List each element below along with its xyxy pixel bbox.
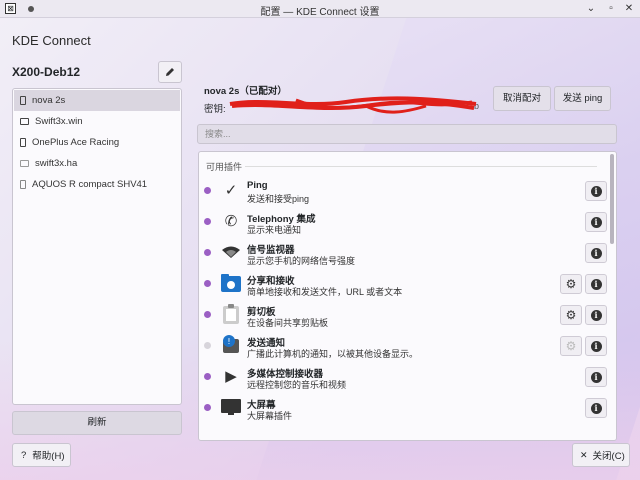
phone-icon [20,138,26,147]
plugin-desc: 在设备间共享剪贴板 [247,318,329,328]
info-button[interactable]: i [585,398,607,418]
gear-icon: ⚙ [565,277,577,291]
plugin-row-send-notifications: ! 发送通知 广播此计算机的通知，以被其他设备显示。 ⚙ i [199,331,609,362]
close-button[interactable]: ✕ 关闭(C) [572,443,630,467]
device-item[interactable]: OnePlus Ace Racing [14,132,180,153]
scrollbar[interactable] [610,154,614,244]
info-icon: i [590,185,602,197]
info-icon: i [590,216,602,228]
refresh-button[interactable]: 刷新 [12,411,182,435]
device-item[interactable]: AQUOS R compact SHV41 [14,174,180,195]
key-label: 密钥: [204,104,226,115]
plugin-row-ping: ✓ Ping 发送和接受ping i [199,176,609,207]
info-button[interactable]: i [585,305,607,325]
info-button[interactable]: i [585,367,607,387]
phone-icon [20,180,26,189]
plugin-search-input[interactable]: 搜索... [197,124,617,144]
plugin-checkbox[interactable] [204,280,211,287]
plugin-desc: 远程控制您的音乐和视频 [247,380,347,390]
phone-handset-icon: ✆ [224,213,238,230]
notification-icon: ! [221,335,241,355]
play-icon: ▶ [225,368,237,385]
info-icon: i [590,371,602,383]
plugin-row-telephony: ✆ Telephony 集成 显示来电通知 i [199,207,609,238]
device-label: AQUOS R compact SHV41 [32,179,148,190]
clipboard-icon [221,304,241,324]
plugin-name: Ping [247,180,268,191]
plugin-row-clipboard: 剪切板 在设备间共享剪贴板 ⚙ i [199,300,609,331]
plugin-desc: 简单地接收和发送文件，URL 或者文本 [247,287,403,297]
device-label: OnePlus Ace Racing [32,137,120,148]
device-label: swift3x.ha [35,158,78,169]
window-titlebar: ⊠ 配置 — KDE Connect 设置 ⌄ ▫ ✕ [0,0,640,18]
help-label: 帮助(H) [32,451,65,462]
plugin-checkbox[interactable] [204,311,211,318]
device-item[interactable]: swift3x.ha [14,153,180,174]
info-button[interactable]: i [585,243,607,263]
plugins-list: 可用插件 ✓ Ping 发送和接受ping i ✆ Telephony 集成 显… [198,151,617,441]
gear-icon: ⚙ [565,308,577,322]
gear-icon: ⚙ [565,339,577,353]
plugin-desc: 发送和接受ping [247,194,310,204]
info-icon: i [590,340,602,352]
checkmark-icon: ✓ [224,182,238,199]
svg-text:!: ! [227,337,230,346]
help-icon: ? [21,449,27,461]
device-label: Swift3x.win [35,116,83,127]
redaction-scribble [229,96,477,114]
unpair-button[interactable]: 取消配对 [493,86,551,111]
maximize-icon[interactable]: ▫ [604,2,618,16]
device-list: nova 2s Swift3x.win OnePlus Ace Racing s… [12,88,182,405]
pencil-icon [166,68,174,76]
device-item[interactable]: Swift3x.win [14,111,180,132]
plugin-checkbox[interactable] [204,249,211,256]
folder-share-icon [221,273,241,293]
configure-button[interactable]: ⚙ [560,274,582,294]
info-icon: i [590,309,602,321]
rename-button[interactable] [158,61,182,83]
info-button[interactable]: i [585,181,607,201]
app-title: KDE Connect [12,33,91,48]
device-item[interactable]: nova 2s [14,90,180,111]
plugins-header: 可用插件 [206,162,243,172]
plugin-checkbox[interactable] [204,187,211,194]
plugin-row-share: 分享和接收 简单地接收和发送文件，URL 或者文本 ⚙ i [199,269,609,300]
close-window-icon[interactable]: ✕ [622,2,636,16]
plugin-checkbox[interactable] [204,404,211,411]
plugin-checkbox[interactable] [204,218,211,225]
plugin-desc: 大屏幕插件 [247,411,293,421]
info-icon: i [590,402,602,414]
configure-button[interactable]: ⚙ [560,305,582,325]
plugin-desc: 广播此计算机的通知，以被其他设备显示。 [247,349,419,359]
plugin-row-signal: 信号监视器 显示您手机的网络信号强度 i [199,238,609,269]
plugin-desc: 显示您手机的网络信号强度 [247,256,356,266]
plugin-desc: 显示来电通知 [247,225,302,235]
close-label: 关闭(C) [592,451,625,462]
main-content: KDE Connect X200-Deb12 nova 2s Swift3x.w… [0,18,640,480]
plugin-checkbox[interactable] [204,373,211,380]
window-title: 配置 — KDE Connect 设置 [260,7,380,18]
tv-icon [20,160,29,167]
help-button[interactable]: ? 帮助(H) [12,443,71,467]
minimize-icon[interactable]: ⌄ [584,2,598,16]
plugin-checkbox[interactable] [204,342,211,349]
divider [245,166,597,167]
close-icon: ✕ [580,449,588,460]
configure-button[interactable]: ⚙ [560,336,582,356]
plugin-row-bigscreen: 大屏幕 大屏幕插件 i [199,393,609,424]
send-ping-button[interactable]: 发送 ping [554,86,611,111]
info-button[interactable]: i [585,336,607,356]
device-label: nova 2s [32,95,66,106]
plugin-row-multimedia: ▶ 多媒体控制接收器 远程控制您的音乐和视频 i [199,362,609,393]
laptop-icon [20,118,29,125]
monitor-icon [221,397,241,417]
phone-icon [20,96,26,105]
host-name: X200-Deb12 [12,65,81,79]
wifi-signal-icon [221,242,241,262]
info-icon: i [590,278,602,290]
info-button[interactable]: i [585,274,607,294]
info-button[interactable]: i [585,212,607,232]
info-icon: i [590,247,602,259]
